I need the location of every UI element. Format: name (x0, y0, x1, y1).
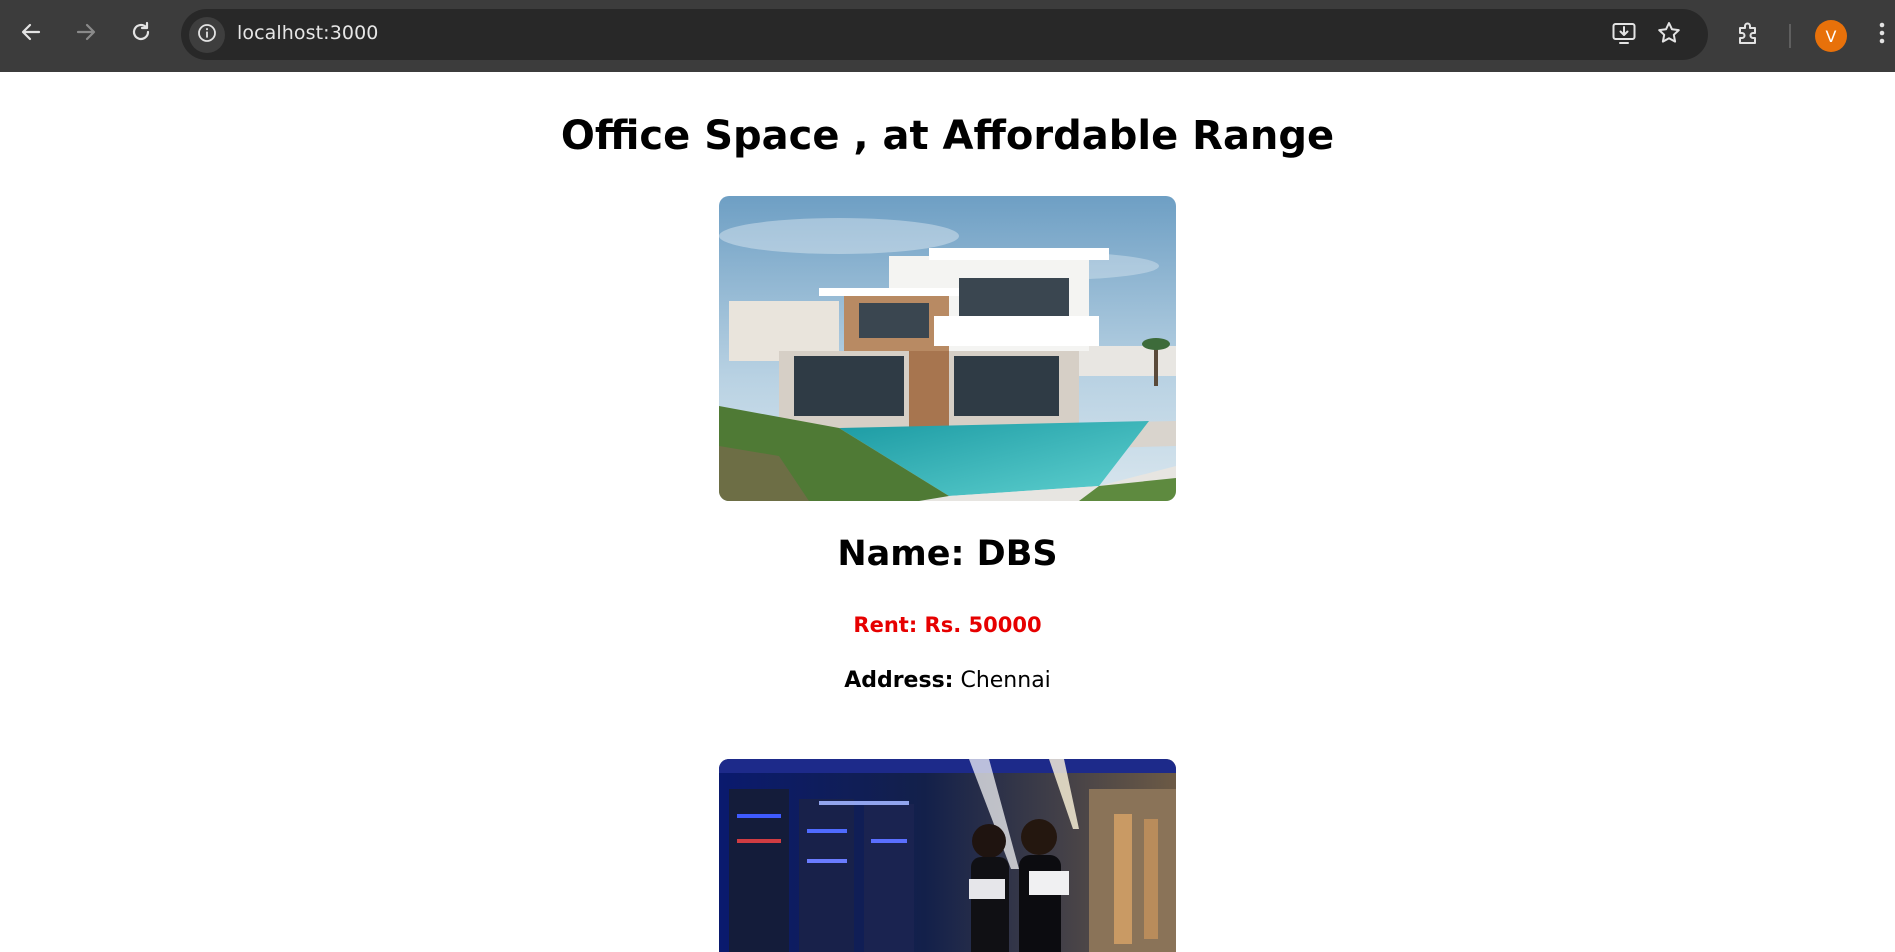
reload-button[interactable] (121, 14, 161, 54)
browser-toolbar: localhost:3000 V (0, 0, 1895, 72)
site-info-button[interactable] (189, 17, 225, 53)
page-title: Office Space , at Affordable Range (560, 113, 1335, 159)
puzzle-icon (1736, 20, 1762, 50)
listing-image-house (719, 196, 1176, 501)
url-text[interactable]: localhost:3000 (237, 22, 378, 44)
back-button[interactable] (11, 14, 51, 54)
profile-avatar[interactable]: V (1815, 20, 1847, 52)
page-content: Office Space , at Affordable Range Name:… (0, 72, 1895, 952)
star-icon (1656, 20, 1682, 50)
forward-button[interactable] (66, 14, 106, 54)
listing-address: Address: Chennai (0, 668, 1895, 693)
address-value: Chennai (960, 668, 1051, 693)
info-icon (197, 23, 217, 47)
address-label: Address: (844, 668, 954, 693)
address-bar[interactable]: localhost:3000 (181, 9, 1708, 60)
listing-rent: Rent: Rs. 50000 (853, 613, 1042, 637)
extensions-button[interactable] (1731, 17, 1767, 53)
listing-image-server-room (719, 759, 1176, 952)
install-app-button[interactable] (1610, 21, 1638, 49)
toolbar-divider (1789, 24, 1791, 48)
listing-name: Name: DBS (837, 534, 1058, 574)
reload-icon (130, 21, 152, 47)
arrow-right-icon (75, 21, 97, 47)
server-room-woman-with-laptop-photo (719, 759, 1176, 952)
install-app-icon (1611, 20, 1637, 50)
arrow-left-icon (20, 21, 42, 47)
bookmark-button[interactable] (1655, 21, 1683, 49)
kebab-menu-icon (1878, 20, 1886, 50)
browser-menu-button[interactable] (1872, 17, 1892, 53)
modern-house-with-pool-photo (719, 196, 1176, 501)
